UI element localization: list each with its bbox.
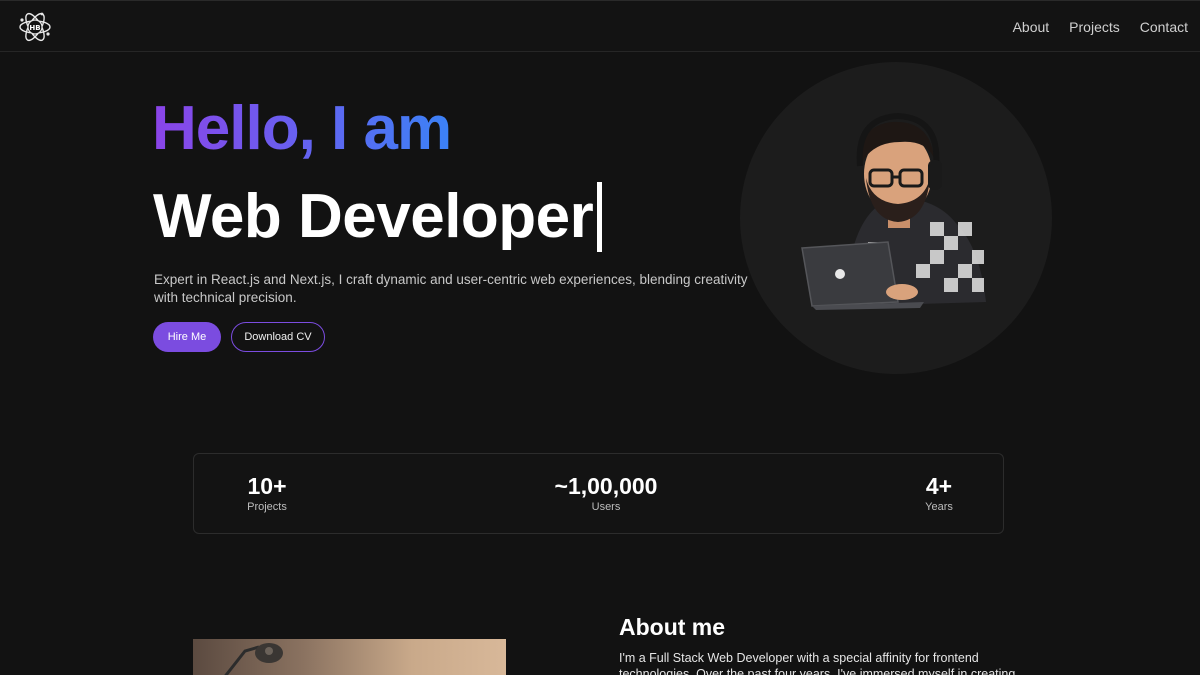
about-text: I'm a Full Stack Web Developer with a sp…: [619, 651, 1016, 675]
developer-avatar-illustration: [801, 112, 986, 310]
typing-caret: [597, 182, 603, 252]
stat-value: ~1,00,000: [554, 473, 658, 499]
hero-role: Web Developer: [153, 181, 603, 253]
nav-links: About Projects Contact: [1013, 1, 1188, 53]
hero-greeting: Hello, I am: [152, 92, 452, 166]
top-navbar: HB About Projects Contact: [0, 0, 1200, 52]
hire-me-button[interactable]: Hire Me: [153, 322, 221, 352]
atom-logo-icon[interactable]: HB: [18, 10, 52, 44]
stat-users: ~1,00,000 Users: [531, 472, 681, 514]
about-photo: [193, 639, 506, 675]
portfolio-page: HB About Projects Contact Hello, I am We…: [0, 0, 1200, 675]
stat-value: 10+: [247, 473, 287, 499]
hero-role-text: Web Developer: [153, 182, 594, 251]
download-cv-button[interactable]: Download CV: [231, 322, 325, 352]
stat-years: 4+ Years: [894, 472, 984, 514]
stat-label: Years: [925, 501, 953, 513]
stats-panel: 10+ Projects ~1,00,000 Users 4+ Years: [193, 453, 1004, 534]
about-title: About me: [619, 614, 726, 640]
nav-link-projects[interactable]: Projects: [1069, 19, 1120, 35]
nav-link-about[interactable]: About: [1013, 19, 1050, 35]
desk-lamp-icon: [224, 643, 283, 675]
stat-value: 4+: [925, 473, 953, 499]
stat-label: Users: [591, 501, 621, 513]
stat-label: Projects: [247, 501, 287, 513]
stat-projects: 10+ Projects: [222, 472, 312, 514]
nav-link-contact[interactable]: Contact: [1140, 19, 1188, 35]
hero-description: Expert in React.js and Next.js, I craft …: [154, 272, 748, 305]
avatar-circle: [740, 62, 1052, 374]
svg-text:HB: HB: [29, 24, 40, 32]
